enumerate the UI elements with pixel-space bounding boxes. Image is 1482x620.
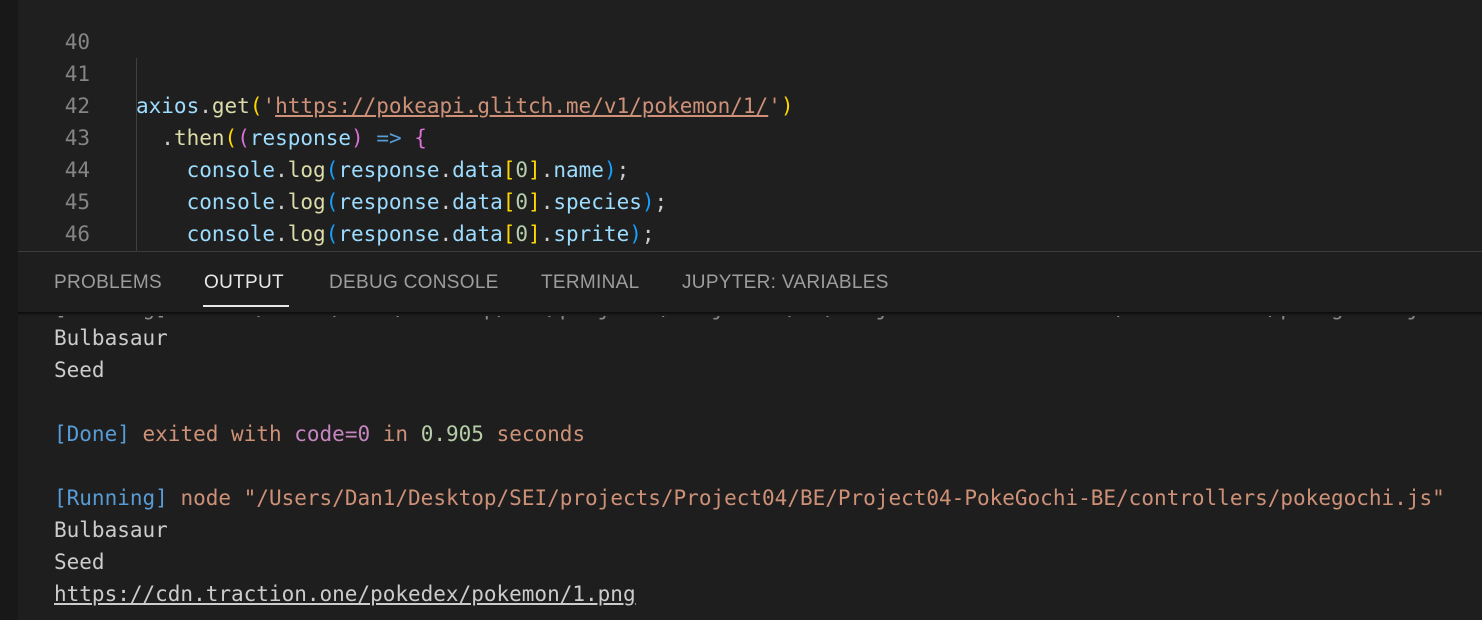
code-line-47[interactable]: 47 xyxy=(18,218,1482,250)
done-text: exited with xyxy=(142,422,282,446)
tab-output[interactable]: OUTPUT xyxy=(204,272,284,294)
code-editor[interactable]: 40 41 axios.get('https://pokeapi.glitch.… xyxy=(18,0,1482,251)
output-line: Seed xyxy=(54,550,105,574)
tab-problems[interactable]: PROBLEMS xyxy=(54,272,162,294)
elapsed-seconds: 0.905 xyxy=(420,422,484,446)
output-line: Bulbasaur xyxy=(54,326,168,350)
code-line-45[interactable]: 45 console.log(response.data[0].sprite); xyxy=(18,154,1482,246)
output-running-line: [Running] node "/Users/Dan1/Desktop/SEI/… xyxy=(54,482,1445,514)
code-line-43[interactable]: 43 console.log(response.data[0].name); xyxy=(18,90,1482,182)
tab-jupyter-variables[interactable]: JUPYTER: VARIABLES xyxy=(682,272,889,294)
done-text: in xyxy=(382,422,409,446)
output-panel[interactable]: [Running] node "/Users/Dan1/Desktop/SEI/… xyxy=(18,312,1482,620)
active-tab-indicator xyxy=(203,305,289,307)
panel-tab-bar: PROBLEMS OUTPUT DEBUG CONSOLE TERMINAL J… xyxy=(18,252,1482,312)
done-text: seconds xyxy=(496,422,586,446)
code-line-46[interactable]: 46 xyxy=(18,186,1482,246)
done-tag: [Done] xyxy=(54,422,130,446)
running-tag: [Running] xyxy=(54,486,168,510)
output-done-line: [Done] exited with code=0 in 0.905 secon… xyxy=(54,418,585,450)
code-line-44[interactable]: 44 console.log(response.data[0].species)… xyxy=(18,122,1482,214)
vscode-window: 40 41 axios.get('https://pokeapi.glitch.… xyxy=(0,0,1482,620)
tab-terminal[interactable]: TERMINAL xyxy=(541,272,639,294)
output-line: Bulbasaur xyxy=(54,518,168,542)
activity-strip xyxy=(0,0,18,620)
output-line: Seed xyxy=(54,358,105,382)
code-line-42[interactable]: 42 .then((response) => { xyxy=(18,58,1482,150)
tab-debug-console[interactable]: DEBUG CONSOLE xyxy=(329,272,499,294)
output-scroll-shadow xyxy=(18,312,1482,316)
output-url-link[interactable]: https://cdn.traction.one/pokedex/pokemon… xyxy=(54,578,636,610)
running-command: node "/Users/Dan1/Desktop/SEI/projects/P… xyxy=(180,486,1445,510)
code-line-40[interactable]: 40 xyxy=(18,0,1482,54)
exit-code: code=0 xyxy=(294,422,371,446)
code-line-41[interactable]: 41 axios.get('https://pokeapi.glitch.me/… xyxy=(18,26,1482,118)
